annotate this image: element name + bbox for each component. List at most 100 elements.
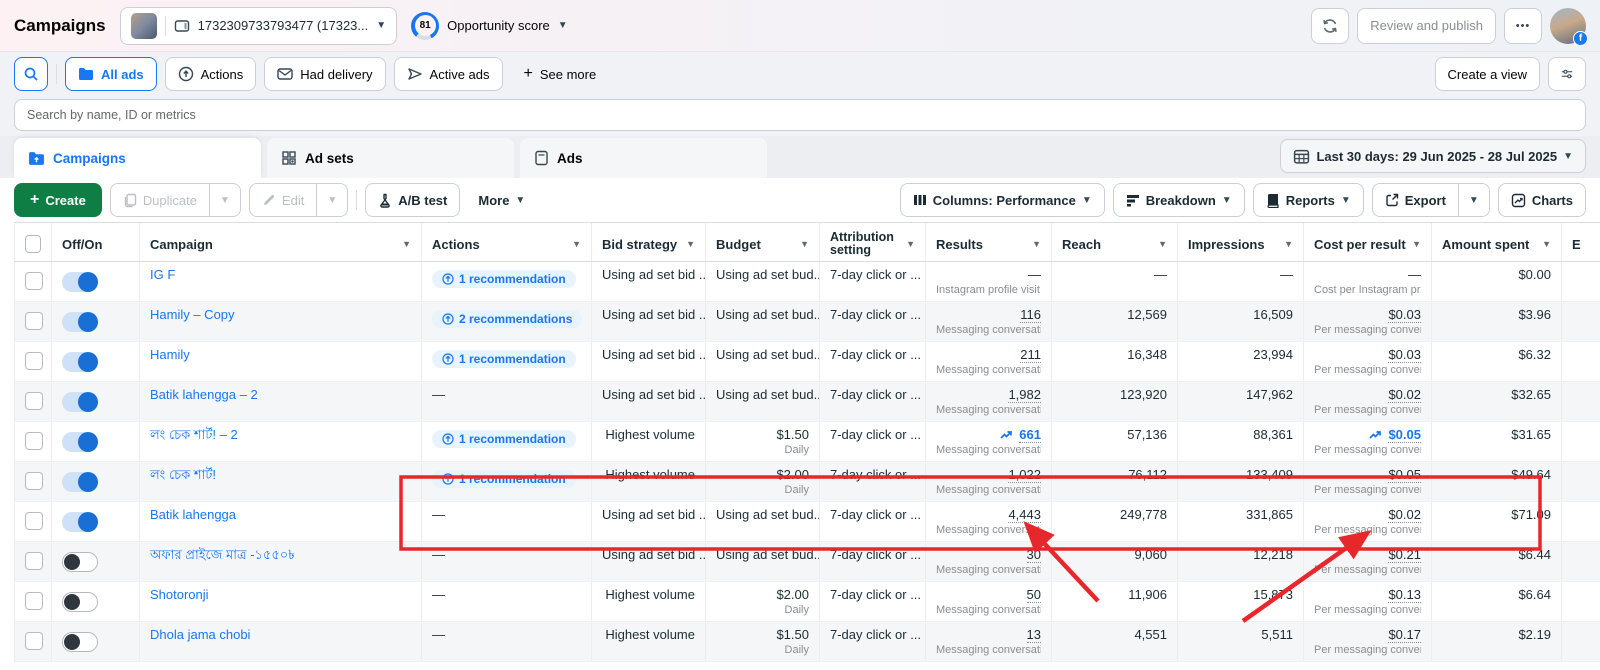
col-actions[interactable]: Actions▼ (422, 223, 592, 261)
col-impressions[interactable]: Impressions▼ (1178, 223, 1304, 261)
campaign-name-link[interactable]: Hamily (150, 346, 190, 363)
row-checkbox[interactable] (25, 272, 43, 290)
date-range-button[interactable]: Last 30 days: 29 Jun 2025 - 28 Jul 2025 … (1280, 139, 1586, 173)
campaign-name-cell: Hamily (140, 342, 422, 381)
filter-see-more[interactable]: + See more (511, 57, 610, 91)
campaign-name-link[interactable]: অফার প্রাইজে মাত্র -১৫৫০৳ (150, 546, 295, 563)
results-cell: 4,443Messaging conversati... (926, 502, 1052, 541)
send-icon (407, 67, 423, 81)
recommendation-pill[interactable]: 1 recommendation (432, 270, 576, 288)
col-amount-spent[interactable]: Amount spent▼ (1432, 223, 1562, 261)
col-reach[interactable]: Reach▼ (1052, 223, 1178, 261)
opportunity-score[interactable]: 81 Opportunity score ▼ (411, 12, 568, 40)
campaigns-table: Off/On Campaign▼ Actions▼ Bid strategy▼ … (0, 222, 1600, 662)
campaign-name-link[interactable]: Batik lahengga – 2 (150, 386, 258, 403)
row-checkbox[interactable] (25, 592, 43, 610)
search-filter-button[interactable] (14, 57, 48, 91)
col-attribution[interactable]: Attribution setting▼ (820, 223, 926, 261)
filter-actions[interactable]: Actions (165, 57, 257, 91)
trend-up-icon[interactable]: $0.05 (1369, 427, 1421, 442)
export-button[interactable]: Export (1373, 184, 1458, 216)
truncated-cell (1562, 302, 1600, 341)
campaign-toggle[interactable] (62, 312, 98, 332)
row-checkbox-cell (14, 582, 52, 621)
refresh-button[interactable] (1311, 8, 1349, 44)
campaign-name-link[interactable]: IG F (150, 266, 175, 283)
actions-cell: 1 recommendation (422, 262, 592, 301)
col-budget[interactable]: Budget▼ (706, 223, 820, 261)
columns-button[interactable]: Columns: Performance ▼ (900, 183, 1105, 217)
col-off-on: Off/On (52, 223, 140, 261)
amount-spent-cell: $2.19 (1432, 622, 1562, 661)
actions-none: — (432, 387, 445, 402)
profile-avatar[interactable]: f (1550, 8, 1586, 44)
create-button[interactable]: + Create (14, 183, 102, 217)
row-checkbox[interactable] (25, 512, 43, 530)
tab-ad-sets[interactable]: Ad sets (267, 138, 514, 178)
tab-campaigns[interactable]: Campaigns (14, 138, 261, 178)
campaign-toggle[interactable] (62, 552, 98, 572)
results-value: 30 (936, 546, 1041, 563)
charts-button[interactable]: Charts (1498, 183, 1586, 217)
campaign-name-link[interactable]: Hamily – Copy (150, 306, 235, 323)
campaign-name-link[interactable]: লং চেক শার্ট! – 2 (150, 426, 238, 443)
recommendation-pill[interactable]: 2 recommendations (432, 310, 582, 328)
filter-all-ads[interactable]: All ads (65, 57, 157, 91)
row-checkbox[interactable] (25, 432, 43, 450)
recommendation-pill[interactable]: 1 recommendation (432, 470, 576, 488)
ab-test-button[interactable]: A/B test (365, 183, 460, 217)
breakdown-button[interactable]: Breakdown ▼ (1113, 183, 1245, 217)
col-results[interactable]: Results▼ (926, 223, 1052, 261)
campaign-name-link[interactable]: Batik lahengga (150, 506, 236, 523)
row-checkbox[interactable] (25, 352, 43, 370)
row-checkbox[interactable] (25, 392, 43, 410)
campaign-toggle[interactable] (62, 512, 98, 532)
more-options-button[interactable]: ••• (1504, 8, 1542, 44)
budget-cell: $1.50Daily (706, 422, 820, 461)
campaign-name-link[interactable]: লং চেক শার্ট! (150, 466, 216, 483)
table-row: অফার প্রাইজে মাত্র -১৫৫০৳—Using ad set b… (14, 542, 1600, 582)
campaign-toggle[interactable] (62, 272, 98, 292)
duplicate-dropdown[interactable]: ▼ (209, 184, 240, 216)
toggle-knob (64, 594, 80, 610)
ad-account-selector[interactable]: 1732309733793477 (17323... ▼ (120, 7, 398, 45)
row-checkbox[interactable] (25, 632, 43, 650)
row-checkbox[interactable] (25, 312, 43, 330)
campaign-name-link[interactable]: Dhola jama chobi (150, 626, 250, 643)
sliders-icon (1561, 66, 1573, 82)
col-bid-strategy[interactable]: Bid strategy▼ (592, 223, 706, 261)
select-all-checkbox[interactable] (25, 235, 41, 253)
export-dropdown[interactable]: ▼ (1458, 184, 1489, 216)
recommendation-pill[interactable]: 1 recommendation (432, 430, 576, 448)
results-value: 661 (936, 426, 1041, 443)
create-a-view-button[interactable]: Create a view (1435, 57, 1540, 91)
duplicate-button[interactable]: Duplicate (111, 184, 209, 216)
campaign-name-link[interactable]: Shotoronji (150, 586, 209, 603)
search-input[interactable] (14, 99, 1586, 131)
campaign-toggle[interactable] (62, 352, 98, 372)
more-button[interactable]: More ▼ (468, 183, 535, 217)
campaign-toggle[interactable] (62, 392, 98, 412)
cost-per-result-cell: —Cost per Instagram pr... (1304, 262, 1432, 301)
trend-up-icon[interactable]: 661 (1000, 427, 1041, 442)
reports-button[interactable]: Reports ▼ (1253, 183, 1364, 217)
col-cost-per-result[interactable]: Cost per result▼ (1304, 223, 1432, 261)
tab-ads[interactable]: Ads (520, 138, 767, 178)
campaign-toggle[interactable] (62, 632, 98, 652)
edit-button[interactable]: Edit (250, 184, 316, 216)
row-checkbox[interactable] (25, 472, 43, 490)
filter-had-delivery[interactable]: Had delivery (264, 57, 385, 91)
ad-account-icon (174, 18, 190, 34)
row-checkbox[interactable] (25, 552, 43, 570)
campaign-toggle[interactable] (62, 592, 98, 612)
account-avatar (131, 13, 157, 39)
recommendation-pill[interactable]: 1 recommendation (432, 350, 576, 368)
col-campaign[interactable]: Campaign▼ (140, 223, 422, 261)
campaign-toggle[interactable] (62, 472, 98, 492)
edit-dropdown[interactable]: ▼ (316, 184, 347, 216)
campaign-toggle[interactable] (62, 432, 98, 452)
filter-active-ads[interactable]: Active ads (394, 57, 503, 91)
cost-per-result-type: Per messaging conver... (1314, 603, 1421, 617)
review-and-publish-button[interactable]: Review and publish (1357, 8, 1496, 44)
view-settings-button[interactable] (1548, 57, 1586, 91)
